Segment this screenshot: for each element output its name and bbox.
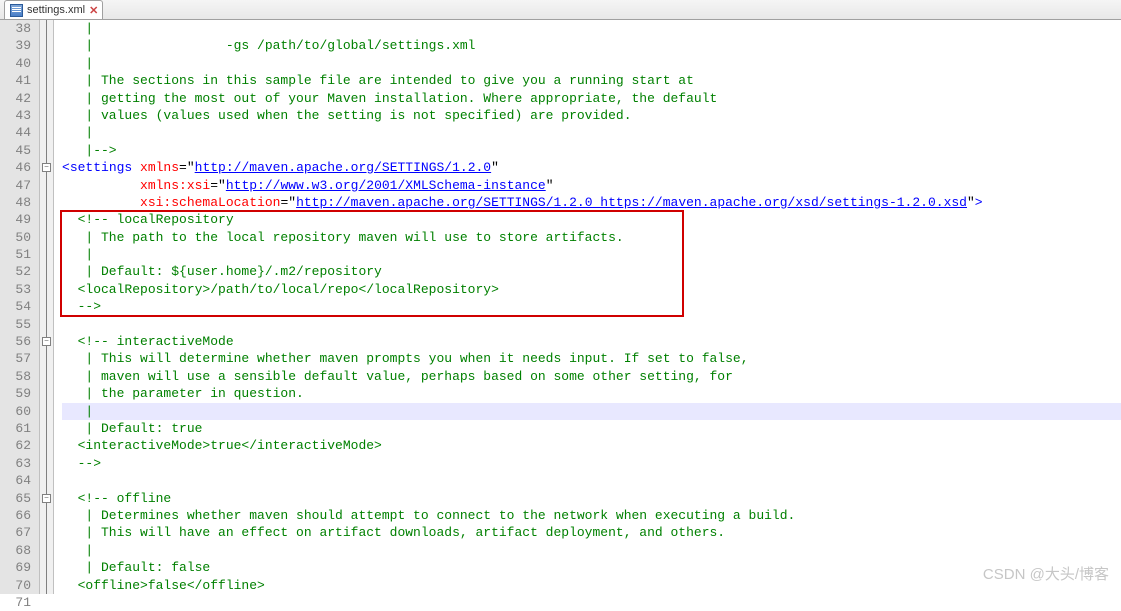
fold-column[interactable]: − − − bbox=[40, 20, 54, 594]
fold-toggle-icon[interactable]: − bbox=[42, 337, 51, 346]
line-number: 66 bbox=[0, 507, 31, 524]
line-number: 42 bbox=[0, 90, 31, 107]
line-number: 69 bbox=[0, 559, 31, 576]
code-line[interactable]: <!-- offline bbox=[62, 490, 1121, 507]
code-line[interactable]: | The sections in this sample file are i… bbox=[62, 72, 1121, 89]
tab-bar: settings.xml ✕ bbox=[0, 0, 1121, 20]
code-line[interactable]: | Determines whether maven should attemp… bbox=[62, 507, 1121, 524]
code-line[interactable]: <settings xmlns="http://maven.apache.org… bbox=[62, 159, 1121, 176]
code-line[interactable]: | -gs /path/to/global/settings.xml bbox=[62, 37, 1121, 54]
code-line[interactable]: --> bbox=[62, 455, 1121, 472]
line-number: 63 bbox=[0, 455, 31, 472]
line-number: 53 bbox=[0, 281, 31, 298]
line-number: 64 bbox=[0, 472, 31, 489]
code-line[interactable]: | values (values used when the setting i… bbox=[62, 107, 1121, 124]
code-line[interactable]: |--> bbox=[62, 142, 1121, 159]
code-line[interactable]: | The path to the local repository maven… bbox=[62, 229, 1121, 246]
line-number: 57 bbox=[0, 350, 31, 367]
code-line[interactable]: | maven will use a sensible default valu… bbox=[62, 368, 1121, 385]
code-line[interactable]: | This will determine whether maven prom… bbox=[62, 350, 1121, 367]
line-number: 58 bbox=[0, 368, 31, 385]
line-number: 51 bbox=[0, 246, 31, 263]
code-line[interactable]: | bbox=[62, 246, 1121, 263]
file-icon bbox=[10, 4, 23, 17]
code-line[interactable]: xsi:schemaLocation="http://maven.apache.… bbox=[62, 194, 1121, 211]
line-number: 44 bbox=[0, 124, 31, 141]
code-line[interactable] bbox=[62, 594, 1121, 611]
line-number: 62 bbox=[0, 437, 31, 454]
line-number: 47 bbox=[0, 177, 31, 194]
code-line[interactable]: --> bbox=[62, 298, 1121, 315]
line-number: 54 bbox=[0, 298, 31, 315]
code-area[interactable]: | | -gs /path/to/global/settings.xml | |… bbox=[54, 20, 1121, 594]
close-icon[interactable]: ✕ bbox=[89, 4, 98, 17]
code-line[interactable]: | Default: false bbox=[62, 559, 1121, 576]
code-line[interactable]: | This will have an effect on artifact d… bbox=[62, 524, 1121, 541]
line-number-gutter: 3839404142434445464748495051525354555657… bbox=[0, 20, 40, 594]
code-line[interactable] bbox=[62, 316, 1121, 333]
line-number: 50 bbox=[0, 229, 31, 246]
code-line[interactable] bbox=[62, 472, 1121, 489]
line-number: 52 bbox=[0, 263, 31, 280]
code-line[interactable]: <!-- interactiveMode bbox=[62, 333, 1121, 350]
line-number: 56 bbox=[0, 333, 31, 350]
current-line-highlight bbox=[62, 403, 1121, 420]
line-number: 41 bbox=[0, 72, 31, 89]
code-line[interactable]: | getting the most out of your Maven ins… bbox=[62, 90, 1121, 107]
file-tab[interactable]: settings.xml ✕ bbox=[4, 0, 103, 19]
code-line[interactable]: | bbox=[62, 124, 1121, 141]
code-line[interactable]: | bbox=[62, 542, 1121, 559]
fold-guide-line bbox=[46, 20, 47, 594]
fold-toggle-icon[interactable]: − bbox=[42, 494, 51, 503]
line-number: 48 bbox=[0, 194, 31, 211]
code-line[interactable]: <!-- localRepository bbox=[62, 211, 1121, 228]
code-line[interactable]: <interactiveMode>true</interactiveMode> bbox=[62, 437, 1121, 454]
line-number: 43 bbox=[0, 107, 31, 124]
code-line[interactable]: <localRepository>/path/to/local/repo</lo… bbox=[62, 281, 1121, 298]
line-number: 45 bbox=[0, 142, 31, 159]
line-number: 61 bbox=[0, 420, 31, 437]
code-line[interactable]: xmlns:xsi="http://www.w3.org/2001/XMLSch… bbox=[62, 177, 1121, 194]
editor[interactable]: 3839404142434445464748495051525354555657… bbox=[0, 20, 1121, 594]
code-line[interactable]: <offline>false</offline> bbox=[62, 577, 1121, 594]
tab-filename: settings.xml bbox=[27, 4, 85, 16]
code-line[interactable]: | Default: true bbox=[62, 420, 1121, 437]
line-number: 38 bbox=[0, 20, 31, 37]
line-number: 39 bbox=[0, 37, 31, 54]
code-line[interactable]: | bbox=[62, 55, 1121, 72]
line-number: 67 bbox=[0, 524, 31, 541]
code-line[interactable]: | Default: ${user.home}/.m2/repository bbox=[62, 263, 1121, 280]
code-line[interactable]: | bbox=[62, 403, 1121, 420]
fold-toggle-icon[interactable]: − bbox=[42, 163, 51, 172]
line-number: 70 bbox=[0, 577, 31, 594]
line-number: 71 bbox=[0, 594, 31, 611]
line-number: 55 bbox=[0, 316, 31, 333]
line-number: 40 bbox=[0, 55, 31, 72]
line-number: 68 bbox=[0, 542, 31, 559]
line-number: 49 bbox=[0, 211, 31, 228]
line-number: 59 bbox=[0, 385, 31, 402]
line-number: 60 bbox=[0, 403, 31, 420]
code-line[interactable]: | the parameter in question. bbox=[62, 385, 1121, 402]
code-line[interactable]: | bbox=[62, 20, 1121, 37]
line-number: 46 bbox=[0, 159, 31, 176]
line-number: 65 bbox=[0, 490, 31, 507]
